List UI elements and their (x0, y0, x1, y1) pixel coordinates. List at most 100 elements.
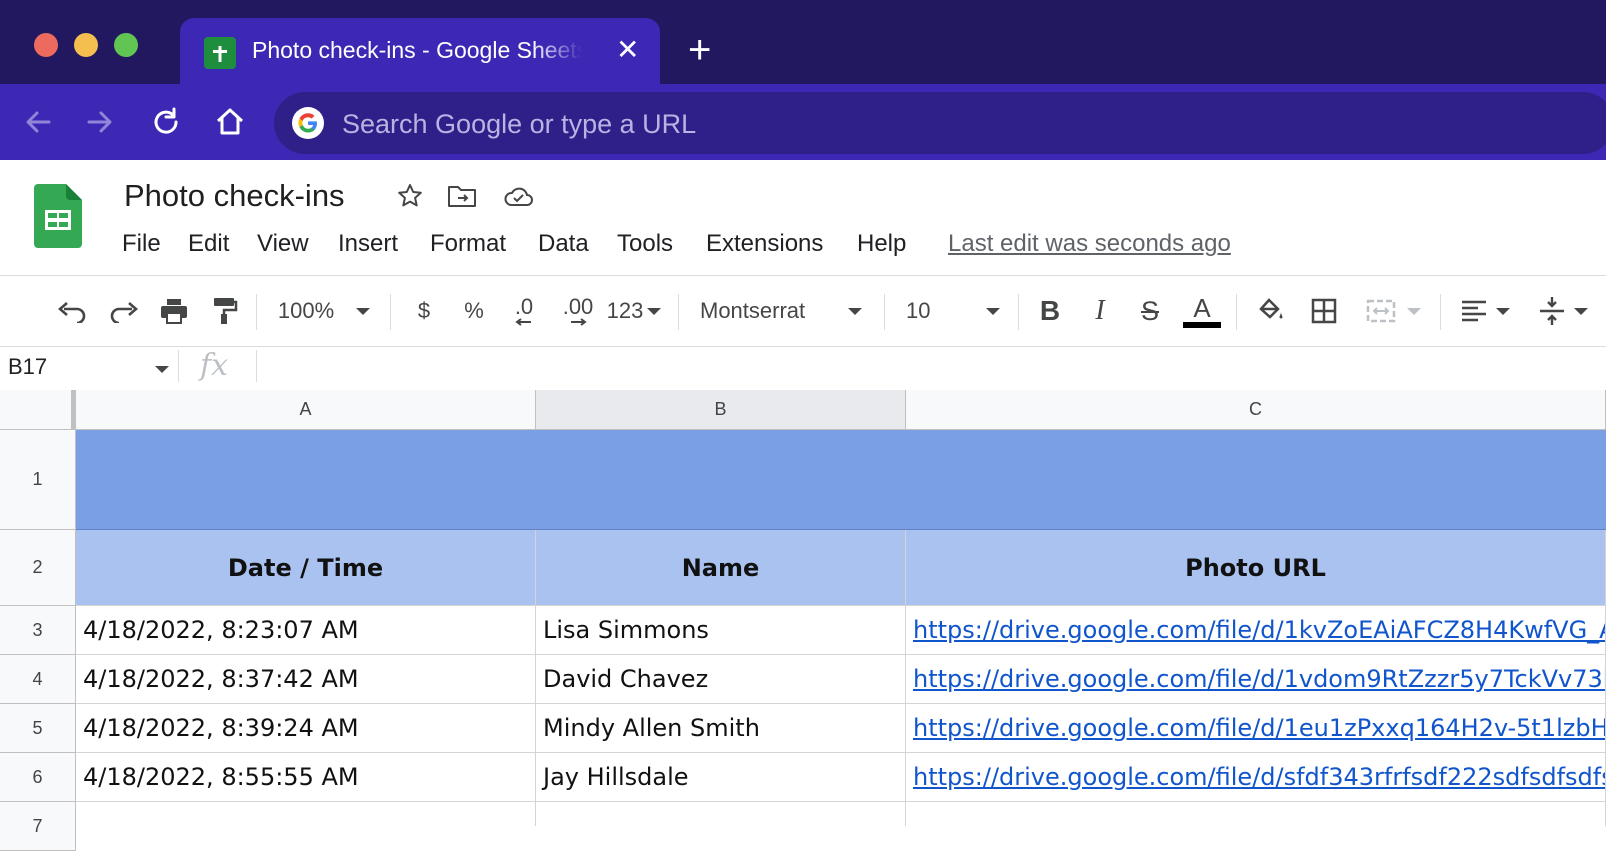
divider (0, 275, 1606, 276)
star-icon[interactable] (394, 180, 426, 212)
cell-name[interactable]: Jay Hillsdale (536, 753, 906, 802)
omnibox[interactable] (274, 92, 1606, 154)
minimize-window-button[interactable] (74, 33, 98, 57)
forward-arrow-icon[interactable] (80, 102, 120, 142)
name-box[interactable]: B17 (8, 354, 47, 380)
undo-icon[interactable] (52, 282, 92, 340)
divider (0, 346, 1606, 347)
photo-url-link[interactable]: https://drive.google.com/file/d/sfdf343r… (913, 763, 1605, 791)
row-header[interactable]: 3 (0, 606, 76, 655)
font-name: Montserrat (700, 298, 806, 323)
home-icon[interactable] (210, 102, 250, 142)
format-currency-button[interactable]: $ (404, 282, 444, 340)
select-all-corner[interactable] (0, 390, 76, 430)
photo-url-link[interactable]: https://drive.google.com/file/d/1vdom9Rt… (913, 665, 1605, 693)
new-tab-button[interactable]: + (688, 30, 711, 70)
toolbar-separator (884, 294, 885, 330)
chevron-down-icon (848, 307, 862, 315)
font-size-select[interactable]: 10 (898, 282, 1008, 340)
chevron-down-icon (986, 307, 1000, 315)
document-title[interactable]: Photo check-ins (124, 178, 345, 214)
column-header-a[interactable]: A (76, 390, 536, 430)
italic-button[interactable]: I (1080, 282, 1120, 340)
address-input[interactable] (340, 105, 1244, 143)
last-edit-link[interactable]: Last edit was seconds ago (948, 230, 1231, 258)
cloud-saved-icon[interactable] (502, 180, 534, 212)
cell-photo-url[interactable]: https://drive.google.com/file/d/1kvZoEAi… (906, 606, 1606, 655)
reload-icon[interactable] (146, 102, 186, 142)
cell-name[interactable]: Lisa Simmons (536, 606, 906, 655)
tab-strip: Photo check-ins - Google Sheets ✕ + (0, 0, 1606, 84)
menu-insert[interactable]: Insert (338, 230, 398, 258)
cell-name[interactable]: David Chavez (536, 655, 906, 704)
menu-tools[interactable]: Tools (617, 230, 673, 258)
browser-tab[interactable]: Photo check-ins - Google Sheets ✕ (180, 18, 660, 84)
column-header-b[interactable]: B (536, 390, 906, 430)
vertical-align-icon[interactable] (1530, 282, 1596, 340)
merge-cells-icon[interactable] (1358, 282, 1428, 340)
close-window-button[interactable] (34, 33, 58, 57)
menu-data[interactable]: Data (538, 230, 589, 258)
menu-format[interactable]: Format (430, 230, 506, 258)
header-cell-name[interactable]: Name (536, 530, 906, 606)
text-color-label: A (1193, 293, 1211, 323)
close-tab-icon[interactable]: ✕ (616, 34, 639, 66)
menu-file[interactable]: File (122, 230, 161, 258)
redo-icon[interactable] (104, 282, 144, 340)
borders-icon[interactable] (1304, 282, 1344, 340)
cell-empty[interactable] (76, 802, 536, 826)
increase-decimal-button[interactable]: .00 (554, 282, 602, 340)
move-folder-icon[interactable] (446, 180, 478, 212)
header-cell-date-time[interactable]: Date / Time (76, 530, 536, 606)
chevron-down-icon (1407, 307, 1421, 315)
menu-help[interactable]: Help (857, 230, 906, 258)
fx-icon: fx (200, 348, 229, 383)
fill-color-icon[interactable] (1250, 282, 1290, 340)
menu-view[interactable]: View (257, 230, 309, 258)
chevron-down-icon (1574, 307, 1588, 315)
print-icon[interactable] (154, 282, 194, 340)
menu-edit[interactable]: Edit (188, 230, 229, 258)
row-header[interactable]: 5 (0, 704, 76, 753)
title-band-cell[interactable] (76, 430, 1606, 530)
cell-date-time[interactable]: 4/18/2022, 8:39:24 AM (76, 704, 536, 753)
google-logo-icon (292, 107, 324, 139)
row-header[interactable]: 6 (0, 753, 76, 802)
cell-empty[interactable] (906, 802, 1606, 826)
cell-photo-url[interactable]: https://drive.google.com/file/d/sfdf343r… (906, 753, 1606, 802)
maximize-window-button[interactable] (114, 33, 138, 57)
toolbar-separator (390, 294, 391, 330)
text-color-button[interactable]: A (1182, 282, 1222, 340)
strikethrough-button[interactable]: S (1130, 282, 1170, 340)
more-formats-button[interactable]: 123 (604, 282, 664, 340)
sheets-logo-icon[interactable] (34, 184, 82, 248)
cell-photo-url[interactable]: https://drive.google.com/file/d/1eu1zPxx… (906, 704, 1606, 753)
bold-button[interactable]: B (1030, 282, 1070, 340)
decrease-decimal-label: .0 (514, 294, 534, 319)
row-header[interactable]: 7 (0, 802, 76, 851)
row-header[interactable]: 4 (0, 655, 76, 704)
photo-url-link[interactable]: https://drive.google.com/file/d/1eu1zPxx… (913, 714, 1605, 742)
row-header[interactable]: 2 (0, 530, 76, 606)
header-cell-photo-url[interactable]: Photo URL (906, 530, 1606, 606)
cell-name[interactable]: Mindy Allen Smith (536, 704, 906, 753)
cell-date-time[interactable]: 4/18/2022, 8:55:55 AM (76, 753, 536, 802)
cell-date-time[interactable]: 4/18/2022, 8:23:07 AM (76, 606, 536, 655)
cell-date-time[interactable]: 4/18/2022, 8:37:42 AM (76, 655, 536, 704)
horizontal-align-icon[interactable] (1454, 282, 1516, 340)
chevron-down-icon[interactable] (155, 366, 169, 373)
font-select[interactable]: Montserrat (692, 282, 870, 340)
decrease-decimal-button[interactable]: .0 (502, 282, 546, 340)
zoom-select[interactable]: 100% (272, 282, 376, 340)
increase-decimal-label: .00 (562, 294, 594, 319)
format-percent-button[interactable]: % (454, 282, 494, 340)
cell-empty[interactable] (536, 802, 906, 826)
photo-url-link[interactable]: https://drive.google.com/file/d/1kvZoEAi… (913, 616, 1605, 644)
paint-format-icon[interactable] (204, 282, 244, 340)
back-arrow-icon[interactable] (18, 102, 58, 142)
menu-extensions[interactable]: Extensions (706, 230, 823, 258)
cell-photo-url[interactable]: https://drive.google.com/file/d/1vdom9Rt… (906, 655, 1606, 704)
column-header-c[interactable]: C (906, 390, 1606, 430)
formula-input[interactable] (262, 350, 1596, 382)
row-header[interactable]: 1 (0, 430, 76, 530)
